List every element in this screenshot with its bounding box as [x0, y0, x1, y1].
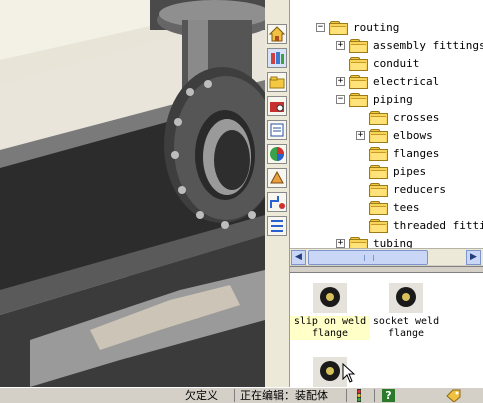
- design-library-icon[interactable]: [267, 48, 287, 68]
- tree-item-tees[interactable]: tees: [356, 198, 420, 216]
- status-bar: 欠定义 正在编辑：装配体 ?: [0, 387, 483, 403]
- parts-palette[interactable]: slip on weld flange socket weld flange: [290, 272, 483, 388]
- folder-icon: [349, 38, 368, 53]
- folder-icon[interactable]: [267, 72, 287, 92]
- folder-icon: [369, 218, 388, 233]
- tree-item-tubing[interactable]: + tubing: [336, 234, 413, 248]
- tree-item-threaded-fittings[interactable]: threaded fittin: [356, 216, 483, 234]
- tag-icon[interactable]: [446, 389, 462, 402]
- status-editing: 正在编辑：装配体: [240, 389, 328, 402]
- scroll-thumb[interactable]: [308, 250, 428, 265]
- library-tree[interactable]: − routing + assembly fittings conduit + …: [290, 0, 483, 248]
- home-icon[interactable]: [267, 24, 287, 44]
- part-slip-on-weld-flange[interactable]: slip on weld flange: [290, 283, 370, 340]
- tree-item-elbows[interactable]: + elbows: [356, 126, 433, 144]
- routing-library-icon[interactable]: [267, 216, 287, 236]
- cursor-icon: [342, 363, 356, 383]
- folder-icon: [349, 74, 368, 89]
- flange-thumbnail-icon: [389, 283, 423, 313]
- tree-item-electrical[interactable]: + electrical: [336, 72, 439, 90]
- folder-icon: [369, 200, 388, 215]
- rebuild-status-icon[interactable]: [353, 389, 365, 402]
- tree-item-reducers[interactable]: reducers: [356, 180, 446, 198]
- toolbox-icon[interactable]: [267, 96, 287, 116]
- expand-icon[interactable]: +: [356, 130, 365, 140]
- flange-pipe-render: [0, 0, 265, 387]
- folder-icon: [369, 164, 388, 179]
- tree-item-piping[interactable]: − piping: [336, 90, 413, 108]
- custom-props-icon[interactable]: [267, 168, 287, 188]
- graphics-viewport[interactable]: [0, 0, 265, 387]
- folder-icon: [349, 236, 368, 248]
- properties-icon[interactable]: [267, 120, 287, 140]
- expand-icon[interactable]: +: [336, 76, 345, 86]
- collapse-icon[interactable]: −: [336, 94, 345, 104]
- part-socket-weld-flange[interactable]: socket weld flange: [366, 283, 446, 340]
- help-icon[interactable]: ?: [382, 389, 395, 402]
- tree-item-pipes[interactable]: pipes: [356, 162, 426, 180]
- folder-icon: [369, 110, 388, 125]
- flange-thumbnail-icon: [313, 283, 347, 313]
- tree-item-routing[interactable]: − routing: [316, 18, 399, 36]
- tree-horizontal-scrollbar[interactable]: ◀ ▶: [290, 248, 483, 265]
- collapse-icon[interactable]: −: [316, 22, 325, 32]
- scroll-left-button[interactable]: ◀: [291, 250, 306, 265]
- task-pane-tabs: [265, 0, 290, 387]
- expand-icon[interactable]: +: [336, 238, 345, 248]
- folder-icon: [369, 146, 388, 161]
- status-definition-state: 欠定义: [185, 389, 218, 402]
- folder-icon: [369, 182, 388, 197]
- appearance-icon[interactable]: [267, 144, 287, 164]
- routing-icon[interactable]: [267, 192, 287, 212]
- expand-icon[interactable]: +: [336, 40, 345, 50]
- tree-item-flanges[interactable]: flanges: [356, 144, 439, 162]
- tree-item-conduit[interactable]: conduit: [336, 54, 419, 72]
- folder-icon: [349, 56, 368, 71]
- folder-icon: [349, 92, 368, 107]
- tree-item-crosses[interactable]: crosses: [356, 108, 439, 126]
- part-flange-3[interactable]: [290, 357, 370, 390]
- tree-item-assembly-fittings[interactable]: + assembly fittings: [336, 36, 483, 54]
- folder-icon: [329, 20, 348, 35]
- scroll-right-button[interactable]: ▶: [466, 250, 481, 265]
- folder-icon: [369, 128, 388, 143]
